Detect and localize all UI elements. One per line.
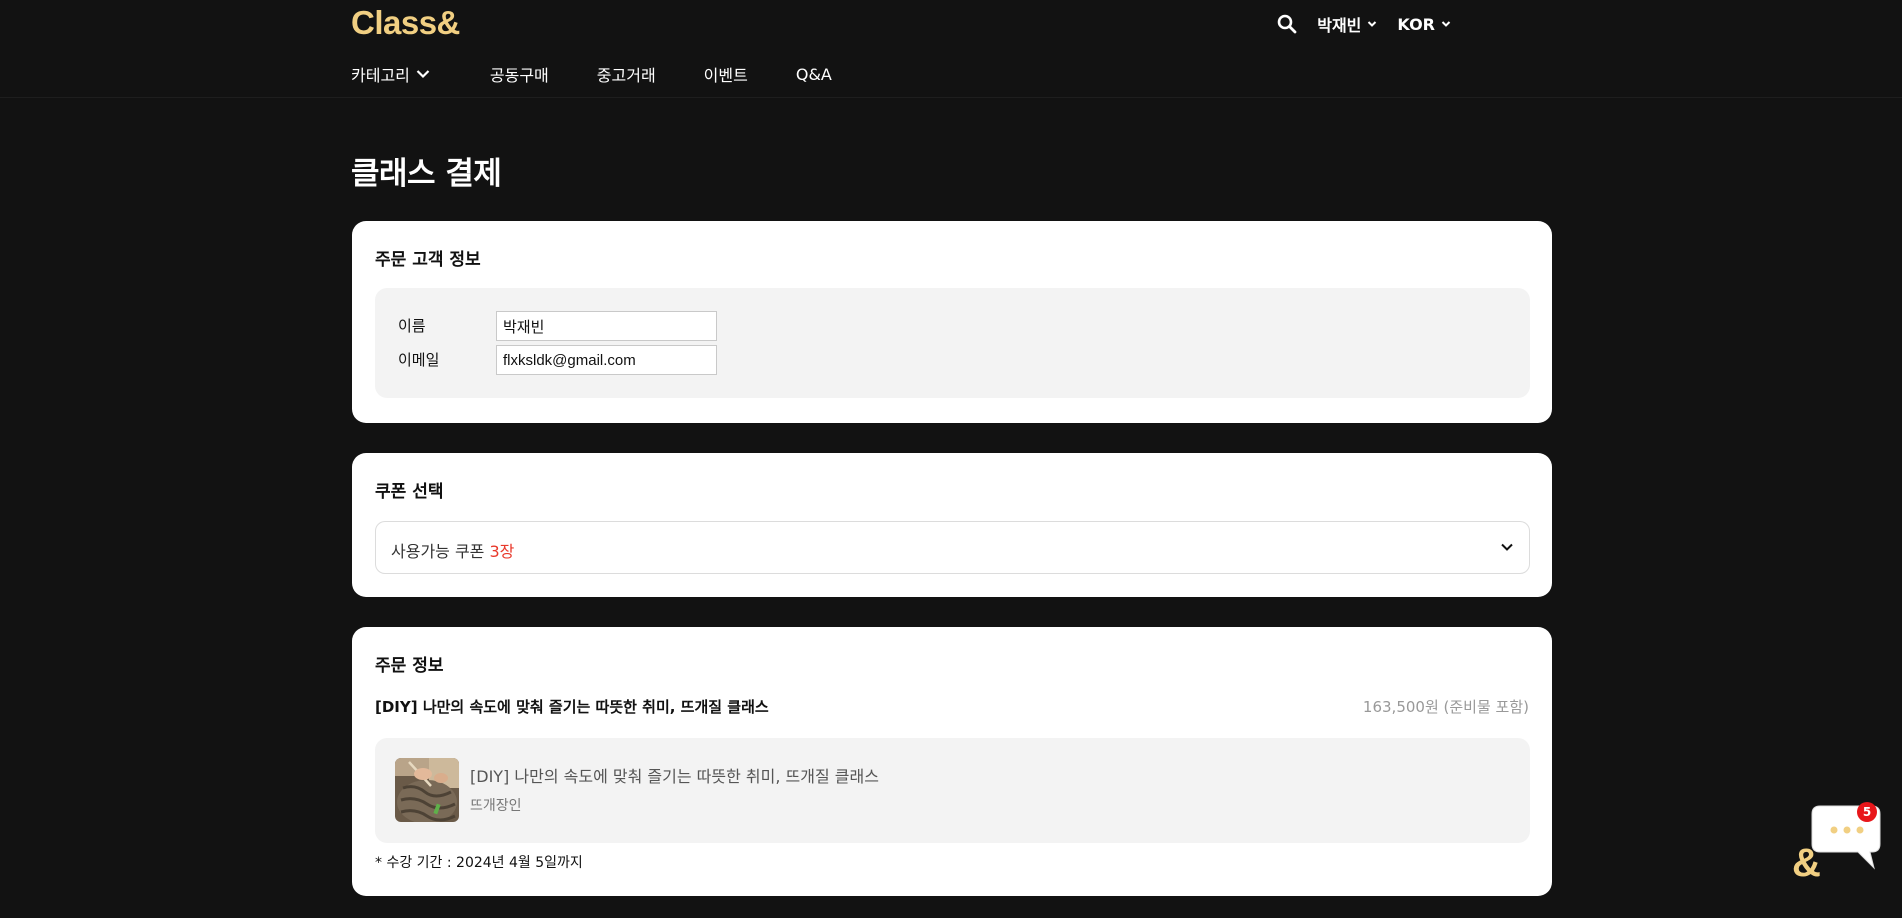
- order-info-title: 주문 정보: [375, 656, 444, 676]
- customer-info-card: 주문 고객 정보 이름 이메일: [352, 221, 1552, 423]
- chat-notification-badge: 5: [1857, 802, 1877, 822]
- class-period: * 수강 기간 : 2024년 4월 5일까지: [375, 855, 583, 871]
- chevron-down-icon: [1441, 20, 1451, 28]
- product-item: [DIY] 나만의 속도에 맞춰 즐기는 따뜻한 취미, 뜨개질 클래스 뜨개장…: [375, 738, 1530, 843]
- order-price: 163,500원 (준비물 포함): [1362, 698, 1529, 716]
- order-class-name: [DIY] 나만의 속도에 맞춰 즐기는 따뜻한 취미, 뜨개질 클래스: [375, 698, 769, 716]
- logo[interactable]: Class&: [351, 4, 460, 42]
- chevron-down-icon: [1367, 20, 1377, 28]
- coupon-available-text: 사용가능 쿠폰 3장: [391, 538, 514, 562]
- language-label: KOR: [1397, 14, 1435, 34]
- chevron-down-icon: [1499, 539, 1515, 559]
- svg-text:&: &: [1792, 841, 1821, 885]
- coupon-available-label: 사용가능 쿠폰: [391, 542, 485, 561]
- nav-item-label: 중고거래: [596, 66, 656, 85]
- nav-item-label: Q&A: [795, 64, 832, 84]
- product-thumbnail: [395, 758, 459, 822]
- nav-item-label: 이벤트: [703, 66, 748, 85]
- nav-item-qna[interactable]: Q&A: [796, 65, 832, 84]
- user-menu[interactable]: 박재빈: [1317, 12, 1377, 36]
- email-field[interactable]: [496, 345, 717, 375]
- main-nav: 카테고리 공동구매 중고거래 이벤트 Q&A: [351, 62, 880, 86]
- chevron-down-icon: [416, 69, 430, 79]
- customer-info-box: 이름 이메일: [375, 288, 1530, 398]
- nav-item-group-buy[interactable]: 공동구매: [490, 62, 549, 86]
- nav-item-event[interactable]: 이벤트: [704, 62, 748, 86]
- coupon-card: 쿠폰 선택 사용가능 쿠폰 3장: [352, 453, 1552, 597]
- nav-item-label: 공동구매: [489, 66, 549, 85]
- coupon-count: 3장: [489, 542, 515, 561]
- nav-item-label: 카테고리: [351, 66, 410, 85]
- search-icon[interactable]: [1277, 14, 1297, 34]
- header-actions: 박재빈 KOR: [1277, 12, 1451, 36]
- nav-item-used-market[interactable]: 중고거래: [597, 62, 656, 86]
- page-title: 클래스 결제: [351, 156, 502, 192]
- email-label: 이메일: [398, 351, 440, 369]
- product-seller: 뜨개장인: [470, 798, 522, 814]
- user-name: 박재빈: [1317, 16, 1362, 35]
- name-label: 이름: [398, 317, 426, 335]
- nav-item-category[interactable]: 카테고리: [351, 62, 430, 86]
- coupon-select[interactable]: 사용가능 쿠폰 3장: [375, 521, 1530, 574]
- order-info-card: 주문 정보 [DIY] 나만의 속도에 맞춰 즐기는 따뜻한 취미, 뜨개질 클…: [352, 627, 1552, 896]
- name-field[interactable]: [496, 311, 717, 341]
- site-header: Class& 박재빈 KOR 카테고리 공동구매 중고거래 이벤트 Q&A: [0, 0, 1902, 98]
- product-title: [DIY] 나만의 속도에 맞춰 즐기는 따뜻한 취미, 뜨개질 클래스: [470, 767, 879, 786]
- language-selector[interactable]: KOR: [1397, 15, 1451, 34]
- coupon-title: 쿠폰 선택: [375, 482, 444, 502]
- customer-info-title: 주문 고객 정보: [375, 250, 481, 270]
